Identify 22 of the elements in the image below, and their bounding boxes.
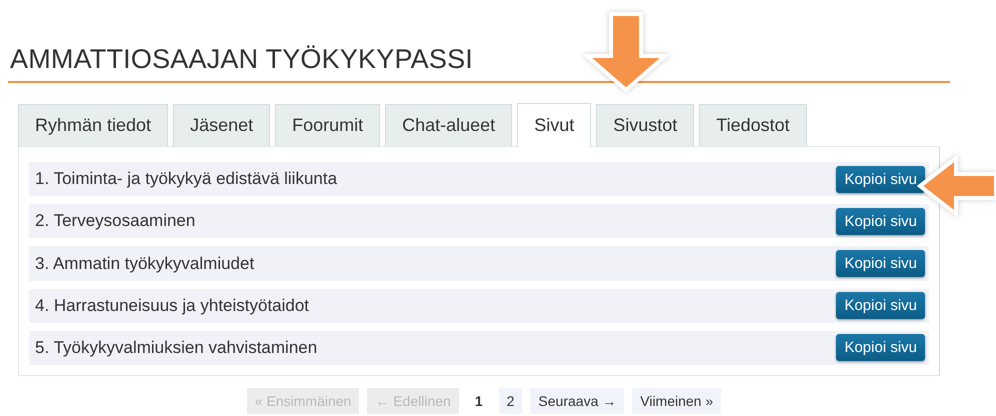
copy-page-button[interactable]: Kopioi sivu: [836, 208, 925, 235]
pagination-link[interactable]: Seuraava →: [530, 388, 624, 414]
tab[interactable]: Chat-alueet: [385, 104, 512, 146]
copy-page-button[interactable]: Kopioi sivu: [836, 250, 925, 277]
page-link[interactable]: 1. Toiminta- ja työkykyä edistävä liikunta: [35, 169, 338, 190]
copy-page-button[interactable]: Kopioi sivu: [836, 166, 925, 193]
page-link[interactable]: 5. Työkykyvalmiuksien vahvistaminen: [35, 338, 318, 358]
page-link[interactable]: 4. Harrastuneisuus ja yhteistyötaidot: [35, 296, 310, 316]
tab[interactable]: Sivut: [517, 103, 592, 147]
page-link[interactable]: 3. Ammatin työkykyvalmiudet: [35, 254, 254, 274]
tab[interactable]: Sivustot: [596, 104, 694, 146]
pagination-link[interactable]: 2: [498, 388, 522, 414]
tab[interactable]: Tiedostot: [699, 104, 807, 146]
tab[interactable]: Ryhmän tiedot: [18, 104, 168, 146]
pagination-link[interactable]: 1: [466, 388, 491, 414]
copy-page-button[interactable]: Kopioi sivu: [836, 334, 925, 362]
page-title: AMMATTIOSAAJAN TYÖKYKYPASSI: [10, 44, 474, 75]
tab[interactable]: Foorumit: [275, 104, 380, 146]
page-link[interactable]: 2. Terveysosaaminen: [35, 211, 196, 232]
copy-page-button[interactable]: Kopioi sivu: [836, 292, 925, 320]
tab[interactable]: Jäsenet: [173, 104, 270, 146]
pagination-link[interactable]: Viimeinen »: [632, 388, 722, 414]
